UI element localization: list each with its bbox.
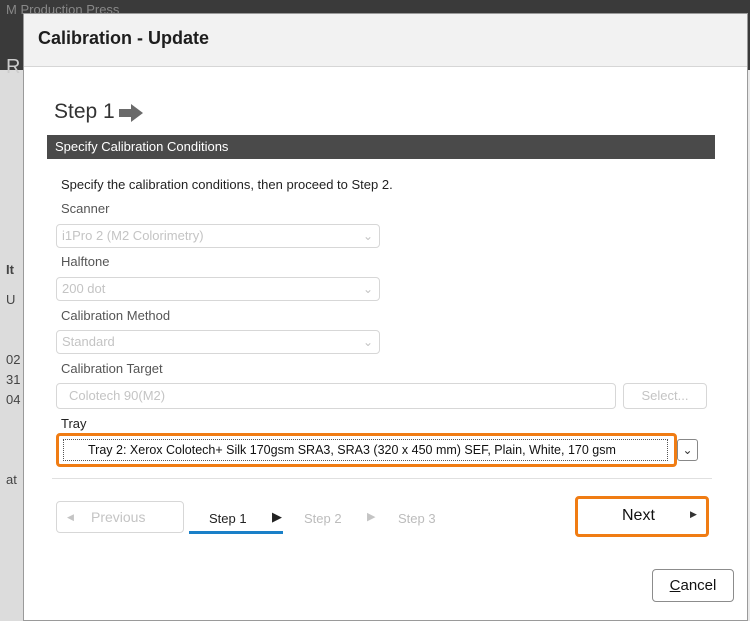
cancel-mnemonic: C xyxy=(669,577,681,594)
halftone-select[interactable]: 200 dot ⌄ xyxy=(56,277,380,301)
section-header: Specify Calibration Conditions xyxy=(47,135,715,159)
previous-button[interactable]: ◀ Previous xyxy=(56,501,184,533)
calibration-method-value: Standard xyxy=(62,334,115,349)
scanner-label: Scanner xyxy=(61,201,110,216)
dialog-title: Calibration - Update xyxy=(38,28,210,48)
tray-label: Tray xyxy=(61,416,87,431)
background-char: R xyxy=(6,56,21,78)
background-char: 31 xyxy=(6,372,21,387)
chevron-down-icon: ⌄ xyxy=(362,335,373,349)
background-char: at xyxy=(6,472,17,487)
divider xyxy=(52,478,712,479)
calibration-method-label: Calibration Method xyxy=(61,308,171,323)
active-step-underline xyxy=(189,531,283,534)
halftone-label: Halftone xyxy=(61,254,110,269)
calibration-dialog: Calibration - Update Step 1 Specify Cali… xyxy=(23,13,748,621)
chevron-down-icon: ⌄ xyxy=(362,282,373,296)
calibration-method-select[interactable]: Standard ⌄ xyxy=(56,330,380,354)
background-char: 02 xyxy=(6,352,21,367)
chevron-down-icon: ⌄ xyxy=(362,229,373,243)
dialog-header: Calibration - Update xyxy=(24,14,747,67)
step-3-indicator: Step 3 xyxy=(398,511,436,526)
step-heading: Step 1 xyxy=(54,100,115,123)
step-1-indicator: Step 1 xyxy=(209,511,247,526)
triangle-right-icon: ▶ xyxy=(690,509,697,519)
select-target-button[interactable]: Select... xyxy=(623,383,707,409)
triangle-left-icon: ◀ xyxy=(67,512,74,522)
play-arrow-icon: ▶ xyxy=(272,509,282,524)
next-label: Next xyxy=(622,507,655,524)
background-char: It xyxy=(6,262,14,277)
arrow-right-icon xyxy=(119,104,143,122)
background-char: U xyxy=(6,292,16,307)
tray-value: Tray 2: Xerox Colotech+ Silk 170gsm SRA3… xyxy=(63,439,668,461)
tray-dropdown-button[interactable]: ⌄ xyxy=(677,439,698,461)
previous-label: Previous xyxy=(91,509,146,525)
step-2-indicator: Step 2 xyxy=(304,511,342,526)
scanner-value: i1Pro 2 (M2 Colorimetry) xyxy=(62,228,204,243)
scanner-select[interactable]: i1Pro 2 (M2 Colorimetry) ⌄ xyxy=(56,224,380,248)
cancel-button[interactable]: Cancel xyxy=(652,569,734,602)
calibration-target-label: Calibration Target xyxy=(61,361,163,376)
cancel-label: ancel xyxy=(680,577,717,594)
tray-select[interactable]: Tray 2: Xerox Colotech+ Silk 170gsm SRA3… xyxy=(56,433,677,467)
play-arrow-icon: ▶ xyxy=(367,511,376,523)
calibration-target-field[interactable]: Colotech 90(M2) xyxy=(56,383,616,409)
chevron-down-icon: ⌄ xyxy=(682,443,693,457)
instructions-text: Specify the calibration conditions, then… xyxy=(61,177,393,192)
halftone-value: 200 dot xyxy=(62,281,106,296)
background-char: 04 xyxy=(6,392,21,407)
next-button[interactable]: Next ▶ xyxy=(575,496,709,537)
